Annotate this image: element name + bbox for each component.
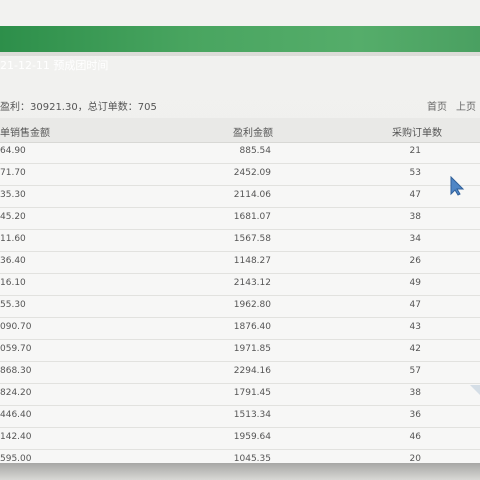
header-purchase-orders: 采购订单数 xyxy=(392,128,442,139)
sales-amount-cell: 35.30 xyxy=(0,190,26,200)
profit-amount-cell: 1962.80 xyxy=(233,300,271,310)
profit-amount-cell: 885.54 xyxy=(239,146,272,156)
purchase-orders-cell: 47 xyxy=(409,190,421,200)
screen: 21-12-11 预成团时间 盈利：30921.30，总订单数：705 首页 上… xyxy=(0,0,480,480)
profit-amount-cell: 2143.12 xyxy=(233,278,271,288)
purchase-orders-cell: 38 xyxy=(409,212,421,222)
data-table: 单销售金额 盈利金额 采购订单数 64.90 885.54 21 71.70 2… xyxy=(0,118,480,472)
sales-amount-cell: 16.10 xyxy=(0,278,26,288)
table-row: 36.40 1148.27 26 xyxy=(0,252,480,274)
purchase-orders-cell: 57 xyxy=(409,366,421,376)
table-row: 64.90 885.54 21 xyxy=(0,142,480,164)
purchase-orders-cell: 46 xyxy=(409,432,421,442)
profit-amount-cell: 1791.45 xyxy=(233,388,271,398)
table-row: 142.40 1959.64 46 xyxy=(0,428,480,450)
sales-amount-cell: 64.90 xyxy=(0,146,26,156)
header-divider xyxy=(0,52,480,56)
profit-amount-cell: 2452.09 xyxy=(233,168,271,178)
profit-amount-cell: 1567.58 xyxy=(233,234,271,244)
purchase-orders-cell: 38 xyxy=(409,388,421,398)
table-row: 55.30 1962.80 47 xyxy=(0,296,480,318)
screen-bottom-edge xyxy=(0,463,480,480)
previous-page-link[interactable]: 上页 xyxy=(456,98,476,113)
table-row: 868.30 2294.16 57 xyxy=(0,362,480,384)
profit-amount-cell: 1148.27 xyxy=(233,256,271,266)
purchase-orders-cell: 36 xyxy=(409,410,421,420)
purchase-orders-cell: 43 xyxy=(409,322,421,332)
table-row: 090.70 1876.40 43 xyxy=(0,318,480,340)
table-row: 059.70 1971.85 42 xyxy=(0,340,480,362)
purchase-orders-cell: 42 xyxy=(409,344,421,354)
purchase-orders-cell: 47 xyxy=(409,300,421,310)
table-row: 824.20 1791.45 38 xyxy=(0,384,480,406)
summary-text: 盈利：30921.30，总订单数：705 xyxy=(0,102,157,113)
purchase-orders-cell: 34 xyxy=(409,234,421,244)
purchase-orders-cell: 53 xyxy=(409,168,421,178)
sales-amount-cell: 446.40 xyxy=(0,410,32,420)
sales-amount-cell: 090.70 xyxy=(0,322,32,332)
profit-amount-cell: 2294.16 xyxy=(233,366,271,376)
sales-amount-cell: 71.70 xyxy=(0,168,26,178)
page-title: 21-12-11 预成团时间 xyxy=(0,59,109,72)
purchase-orders-cell: 49 xyxy=(409,278,421,288)
sales-amount-cell: 55.30 xyxy=(0,300,26,310)
profit-amount-cell: 2114.06 xyxy=(233,190,271,200)
mouse-pointer-icon xyxy=(449,175,465,196)
profit-amount-cell: 1513.34 xyxy=(233,410,271,420)
sales-amount-cell: 11.60 xyxy=(0,234,26,244)
table-row: 11.60 1567.58 34 xyxy=(0,230,480,252)
sales-amount-cell: 142.40 xyxy=(0,432,32,442)
header-profit-amount: 盈利金额 xyxy=(233,128,273,139)
table-row: 446.40 1513.34 36 xyxy=(0,406,480,428)
table-row: 16.10 2143.12 49 xyxy=(0,274,480,296)
sales-amount-cell: 059.70 xyxy=(0,344,32,354)
table-row: 45.20 1681.07 38 xyxy=(0,208,480,230)
purchase-orders-cell: 26 xyxy=(409,256,421,266)
purchase-orders-cell: 21 xyxy=(409,146,421,156)
first-page-link[interactable]: 首页 xyxy=(427,98,447,113)
sales-amount-cell: 36.40 xyxy=(0,256,26,266)
sales-amount-cell: 824.20 xyxy=(0,388,32,398)
profit-amount-cell: 1876.40 xyxy=(233,322,271,332)
header-sales-amount: 单销售金额 xyxy=(0,128,50,139)
sales-amount-cell: 45.20 xyxy=(0,212,26,222)
table-row: 71.70 2452.09 53 xyxy=(0,164,480,186)
profit-amount-cell: 1971.85 xyxy=(233,344,271,354)
decorative-mark-icon xyxy=(470,380,480,395)
table-row: 35.30 2114.06 47 xyxy=(0,186,480,208)
table-header: 单销售金额 盈利金额 采购订单数 xyxy=(0,118,480,143)
profit-amount-cell: 1959.64 xyxy=(233,432,271,442)
sales-amount-cell: 868.30 xyxy=(0,366,32,376)
profit-amount-cell: 1681.07 xyxy=(233,212,271,222)
title-bar: 21-12-11 预成团时间 xyxy=(0,26,480,71)
